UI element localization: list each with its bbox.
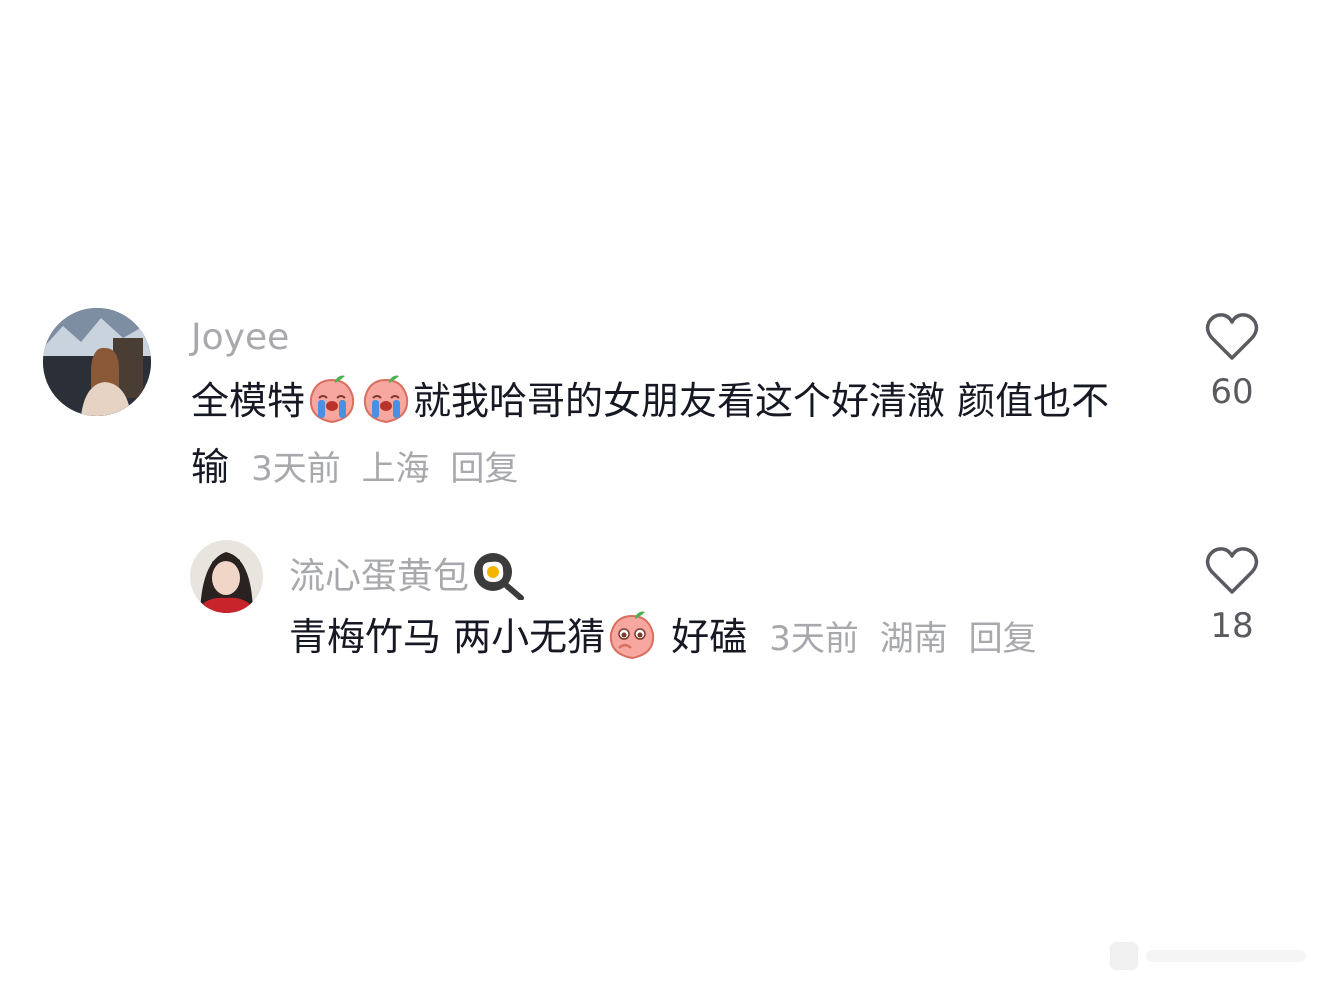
- reply-button[interactable]: 回复: [450, 449, 518, 489]
- timestamp: 3天前: [769, 619, 859, 659]
- location: 上海: [361, 449, 430, 489]
- avatar[interactable]: [43, 308, 151, 416]
- comment-text-part: 好磕: [671, 615, 748, 659]
- reply-button[interactable]: 回复: [969, 619, 1037, 659]
- like-control[interactable]: 18: [1187, 546, 1277, 646]
- fried-egg-pan-icon: [474, 553, 525, 601]
- comment-text: 青梅竹马 两小无猜 好磕 3天前 湖南 回复: [289, 604, 1139, 672]
- like-count: 60: [1210, 372, 1254, 412]
- comment-meta: 3天前 上海 回复: [241, 449, 518, 489]
- crying-peach-emoji: [309, 375, 355, 424]
- comment-text-part: 全模特: [191, 379, 306, 423]
- username[interactable]: 流心蛋黄包: [289, 548, 527, 601]
- shy-peach-emoji: [609, 611, 655, 660]
- watermark: [1110, 936, 1310, 976]
- username[interactable]: Joyee: [191, 318, 289, 358]
- crying-peach-emoji: [363, 375, 409, 424]
- location: 湖南: [879, 619, 948, 659]
- comment-text: 全模特 就我哈哥的女朋友看这个好清澈 颜值也不输 3天前 上海 回复: [191, 368, 1141, 502]
- like-control[interactable]: 60: [1187, 312, 1277, 412]
- comment-meta: 3天前 湖南 回复: [759, 619, 1036, 659]
- like-count: 18: [1210, 606, 1254, 646]
- avatar[interactable]: [190, 540, 263, 613]
- timestamp: 3天前: [251, 449, 341, 489]
- heart-icon[interactable]: [1205, 546, 1259, 596]
- username-text: 流心蛋黄包: [289, 556, 470, 597]
- comment-text-part: 青梅竹马 两小无猜: [289, 615, 606, 659]
- heart-icon[interactable]: [1205, 312, 1259, 362]
